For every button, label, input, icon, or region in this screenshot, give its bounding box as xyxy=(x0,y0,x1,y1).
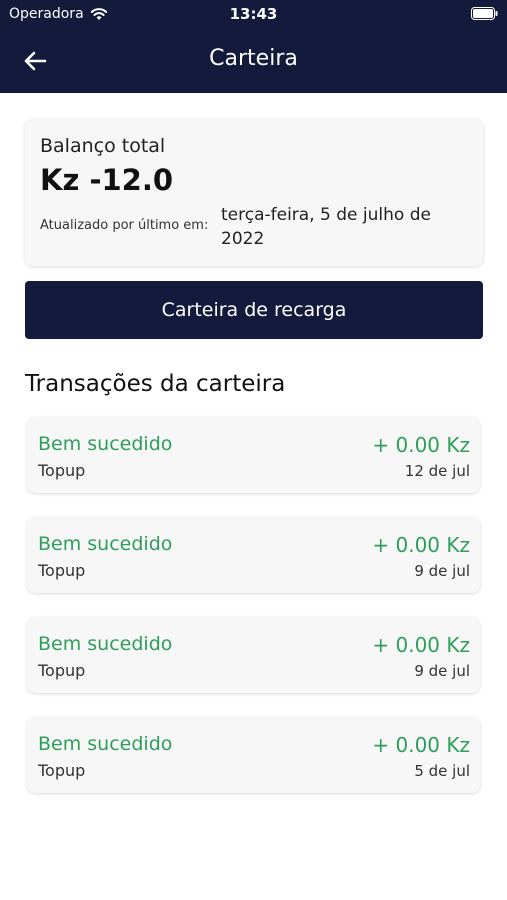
transaction-amount: + 0.00 Kz xyxy=(372,433,470,457)
navigation-bar: Carteira xyxy=(0,36,507,84)
recharge-wallet-button[interactable]: Carteira de recarga xyxy=(25,281,483,339)
transaction-type: Topup xyxy=(38,761,86,780)
transaction-amount: + 0.00 Kz xyxy=(372,733,470,757)
balance-label: Balanço total xyxy=(40,135,166,157)
app-header: Operadora 13:43 Carteira xyxy=(0,0,507,93)
transaction-type: Topup xyxy=(38,561,86,580)
transaction-item[interactable]: Bem sucedido Topup + 0.00 Kz 9 de jul xyxy=(27,517,480,593)
page-title: Carteira xyxy=(209,46,298,71)
transaction-date: 12 de jul xyxy=(404,462,470,480)
transaction-status: Bem sucedido xyxy=(38,533,173,555)
transaction-type: Topup xyxy=(38,461,86,480)
balance-card: Balanço total Kz -12.0 Atualizado por úl… xyxy=(25,119,483,266)
transaction-amount: + 0.00 Kz xyxy=(372,633,470,657)
transaction-status: Bem sucedido xyxy=(38,433,173,455)
transaction-date: 9 de jul xyxy=(414,562,470,580)
transaction-item[interactable]: Bem sucedido Topup + 0.00 Kz 5 de jul xyxy=(27,717,480,793)
status-time: 13:43 xyxy=(229,5,278,23)
transaction-type: Topup xyxy=(38,661,86,680)
transaction-status: Bem sucedido xyxy=(38,733,173,755)
updated-label: Atualizado por último em: xyxy=(40,218,209,233)
balance-value: Kz -12.0 xyxy=(40,163,174,197)
battery-icon xyxy=(471,7,498,20)
transaction-status: Bem sucedido xyxy=(38,633,173,655)
transaction-date: 9 de jul xyxy=(414,662,470,680)
transaction-item[interactable]: Bem sucedido Topup + 0.00 Kz 12 de jul xyxy=(27,417,480,493)
updated-value: terça-feira, 5 de julho de 2022 xyxy=(221,205,431,249)
status-bar: Operadora 13:43 xyxy=(0,0,507,28)
transactions-title: Transações da carteira xyxy=(25,371,286,397)
transaction-date: 5 de jul xyxy=(414,762,470,780)
transaction-item[interactable]: Bem sucedido Topup + 0.00 Kz 9 de jul xyxy=(27,617,480,693)
transaction-amount: + 0.00 Kz xyxy=(372,533,470,557)
